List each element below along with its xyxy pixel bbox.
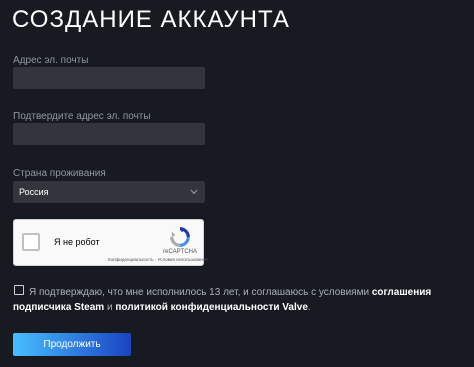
country-label: Страна проживания (13, 168, 106, 179)
agreement-text-part2: и (104, 302, 116, 313)
email-field[interactable] (13, 67, 205, 89)
recaptcha-widget: Я не робот reCAPTCHA Конфиденциальность … (13, 219, 208, 266)
country-select[interactable]: Россия (13, 181, 205, 203)
confirm-email-label: Подтвердите адрес эл. почты (13, 111, 151, 122)
confirm-email-field[interactable] (13, 123, 205, 145)
recaptcha-links[interactable]: Конфиденциальность - Условия использован… (108, 257, 208, 262)
continue-button[interactable]: Продолжить (13, 333, 131, 356)
recaptcha-checkbox[interactable] (22, 233, 40, 251)
agreement-text-part1: Я подтверждаю, что мне исполнилось 13 ле… (29, 287, 372, 298)
privacy-policy-link[interactable]: политикой конфиденциальности Valve (115, 302, 308, 313)
recaptcha-brand: reCAPTCHA (163, 249, 198, 255)
chevron-down-icon (189, 187, 199, 197)
recaptcha-label: Я не робот (54, 237, 100, 247)
recaptcha-logo-icon (170, 227, 190, 247)
email-label: Адрес эл. почты (13, 55, 89, 66)
agreement-text: Я подтверждаю, что мне исполнилось 13 ле… (13, 285, 463, 315)
agreement-text-part3: . (307, 302, 311, 313)
country-select-value: Россия (19, 187, 49, 197)
page-title: СОЗДАНИЕ АККАУНТА (12, 6, 290, 33)
